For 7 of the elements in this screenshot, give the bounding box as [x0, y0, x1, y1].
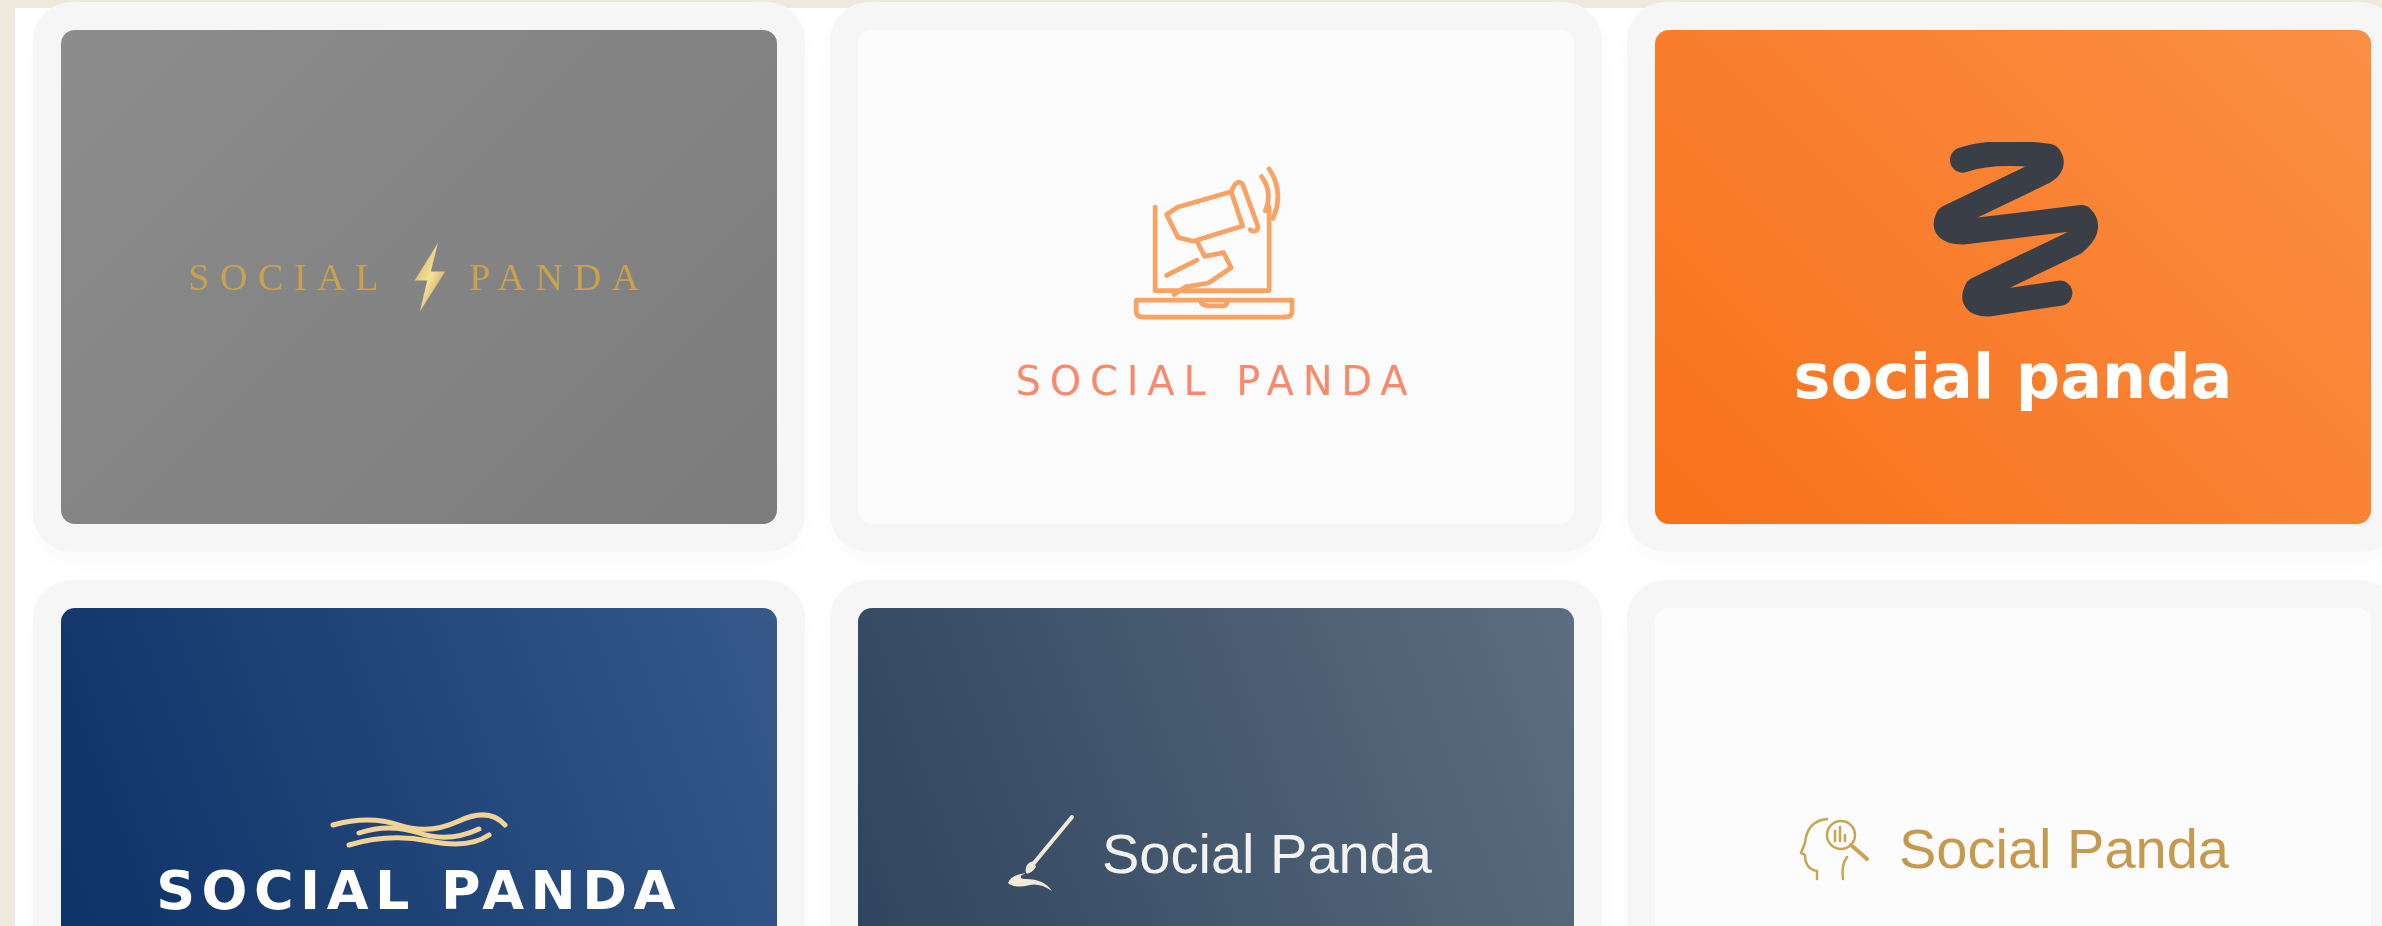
logo-wordmark: SOCIAL PANDA	[1015, 358, 1417, 404]
logo-wordmark: social panda	[1793, 339, 2233, 413]
logo-wordmark: PANDA	[469, 255, 650, 299]
logo-wordmark: SOCIAL	[188, 255, 390, 299]
logo-wordmark: Social Panda	[1102, 820, 1432, 886]
logo-wordmark: SOCIAL PANDA	[156, 859, 682, 922]
logo-wordmark: Social Panda	[1899, 815, 2229, 881]
